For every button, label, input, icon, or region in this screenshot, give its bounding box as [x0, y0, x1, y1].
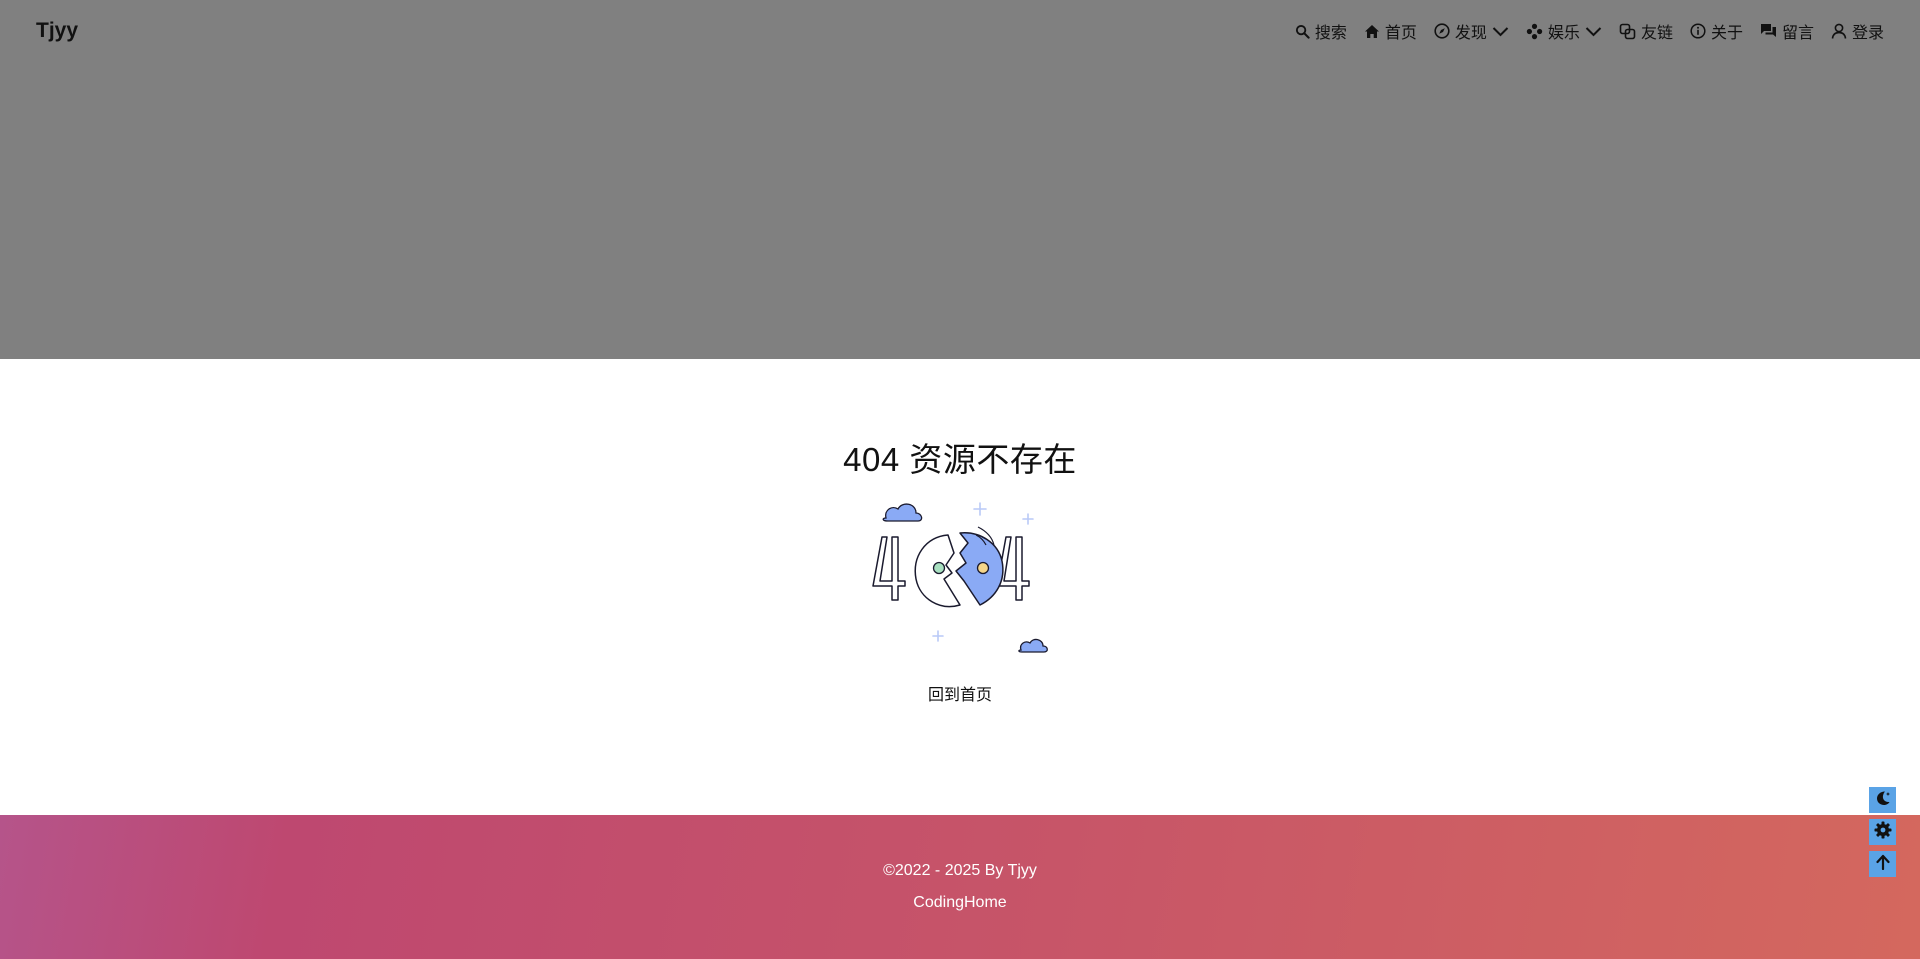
floating-buttons: [1869, 787, 1896, 877]
cloud-icon: [1018, 638, 1048, 653]
nav-item-label: 首页: [1384, 25, 1417, 42]
error-title: 404 资源不存在: [843, 441, 1077, 478]
dark-mode-button[interactable]: [1869, 787, 1896, 813]
back-home-link[interactable]: 回到首页: [928, 687, 992, 704]
chevron-down-icon: [1492, 26, 1509, 37]
404-illustration: [860, 495, 1060, 660]
nav-item-login[interactable]: 登录: [1831, 19, 1884, 43]
nav-item-label: 发现: [1454, 25, 1487, 42]
link-icon: [1619, 23, 1636, 40]
nav-item-label: 留言: [1781, 25, 1814, 42]
navbar: Tjyy 搜索 首页 发现 娱乐 友链 关于 留言 登录: [0, 0, 1920, 62]
user-icon: [1831, 23, 1847, 39]
main-content: 404 资源不存在 回到首页: [0, 359, 1920, 815]
nav-item-label: 娱乐: [1547, 25, 1580, 42]
home-icon: [1364, 24, 1380, 39]
hero-banner: Tjyy 搜索 首页 发现 娱乐 友链 关于 留言 登录: [0, 0, 1920, 359]
nav-item-label: 友链: [1640, 25, 1673, 42]
nav-item-label: 搜索: [1314, 25, 1347, 42]
search-icon: [1295, 24, 1310, 39]
nav-item-search[interactable]: 搜索: [1295, 19, 1347, 43]
nav-item-discover[interactable]: 发现: [1434, 19, 1509, 43]
nav-item-label: 登录: [1851, 25, 1884, 42]
info-icon: [1690, 23, 1706, 39]
back-home-container: 回到首页: [0, 681, 1920, 705]
nav-item-label: 关于: [1710, 25, 1743, 42]
nav-menu: 搜索 首页 发现 娱乐 友链 关于 留言 登录: [1295, 19, 1884, 43]
broken-zero: [914, 526, 1004, 608]
gear-icon: [1874, 821, 1892, 844]
footer-site-name[interactable]: CodingHome: [0, 894, 1920, 912]
compass-icon: [1434, 23, 1450, 39]
chevron-down-icon: [1585, 26, 1602, 37]
digit-four-left: [872, 536, 906, 601]
footer: ©2022 - 2025 By Tjyy CodingHome: [0, 815, 1920, 959]
chat-icon: [1760, 23, 1777, 39]
arrow-up-icon: [1875, 854, 1891, 875]
site-brand[interactable]: Tjyy: [36, 19, 78, 43]
settings-button[interactable]: [1869, 819, 1896, 845]
gamepad-icon: [1526, 23, 1543, 40]
back-to-top-button[interactable]: [1869, 851, 1896, 877]
nav-item-home[interactable]: 首页: [1364, 19, 1417, 43]
moon-icon: [1874, 789, 1892, 812]
cloud-icon: [882, 503, 923, 522]
footer-copyright: ©2022 - 2025 By Tjyy: [883, 862, 1037, 879]
nav-item-about[interactable]: 关于: [1690, 19, 1743, 43]
nav-item-message[interactable]: 留言: [1760, 19, 1814, 43]
nav-item-links[interactable]: 友链: [1619, 19, 1673, 43]
nav-item-entertainment[interactable]: 娱乐: [1526, 19, 1602, 43]
